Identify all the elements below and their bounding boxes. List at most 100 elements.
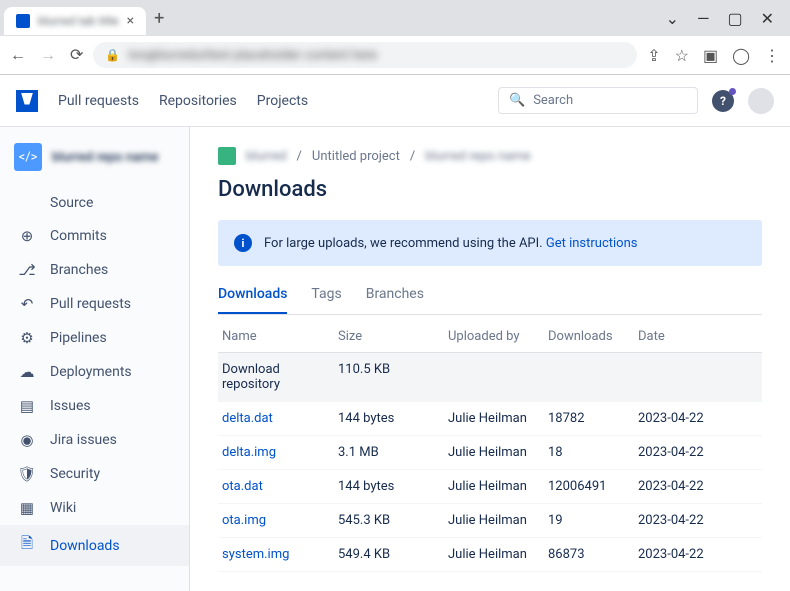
col-header-size: Size — [338, 329, 448, 344]
search-icon: 🔍 — [509, 93, 525, 108]
sidebar-item-label: Downloads — [50, 538, 120, 554]
info-banner: i For large uploads, we recommend using … — [218, 220, 762, 266]
search-placeholder: Search — [533, 93, 573, 108]
table-row: ota.img 545.3 KB Julie Heilman 19 2023-0… — [218, 504, 762, 538]
col-header-name: Name — [218, 329, 338, 344]
file-uploader: Julie Heilman — [448, 513, 548, 528]
file-link[interactable]: delta.img — [218, 445, 338, 460]
maximize-icon[interactable]: ▢ — [727, 9, 742, 28]
security-icon: 🛡 — [18, 465, 36, 483]
banner-text: For large uploads, we recommend using th… — [264, 236, 543, 251]
close-tab-icon[interactable]: × — [127, 13, 134, 29]
tab-favicon — [16, 14, 30, 28]
help-icon[interactable]: ? — [712, 90, 734, 112]
tab-branches[interactable]: Branches — [366, 286, 424, 314]
file-link[interactable]: delta.dat — [218, 411, 338, 426]
breadcrumb-item[interactable]: blurred — [246, 149, 287, 164]
table-row: ota.dat 144 bytes Julie Heilman 12006491… — [218, 470, 762, 504]
sidebar-item-label: Commits — [50, 228, 107, 244]
reload-icon[interactable]: ⟳ — [70, 45, 83, 65]
sidebar-item-deployments[interactable]: ☁ Deployments — [0, 355, 189, 389]
lock-icon: 🔒 — [105, 48, 120, 62]
table-row: delta.dat 144 bytes Julie Heilman 18782 … — [218, 402, 762, 436]
breadcrumb-project[interactable]: Untitled project — [312, 149, 400, 164]
profile-icon[interactable]: ◯ — [732, 46, 750, 65]
file-link[interactable]: ota.img — [218, 513, 338, 528]
file-size: 144 bytes — [338, 411, 448, 426]
sidebar-item-label: Pipelines — [50, 330, 107, 346]
breadcrumb-icon — [218, 147, 236, 165]
sidebar-item-branches[interactable]: ⎇Branches — [0, 253, 189, 287]
file-uploader: Julie Heilman — [448, 547, 548, 562]
sidebar-item-jira-issues[interactable]: ◉Jira issues — [0, 423, 189, 457]
sidebar-item-source[interactable]: Source — [0, 187, 189, 219]
main-content: blurred / Untitled project / blurred rep… — [190, 127, 790, 591]
file-downloads: 86873 — [548, 547, 638, 562]
browser-tab-bar: blurred tab title × + ⌄ — ▢ ✕ — [0, 0, 790, 36]
table-row: system.img 549.4 KB Julie Heilman 86873 … — [218, 538, 762, 572]
repo-icon: </> — [14, 143, 42, 171]
sidebar-item-issues[interactable]: ▤Issues — [0, 389, 189, 423]
share-icon[interactable]: ⇪ — [647, 46, 660, 65]
file-downloads: 18782 — [548, 411, 638, 426]
sidebar-item-label: Issues — [50, 398, 91, 414]
nav-projects[interactable]: Projects — [257, 93, 308, 109]
close-window-icon[interactable]: ✕ — [761, 9, 774, 28]
downloads-icon: 🗎 — [18, 533, 36, 558]
nav-pull-requests[interactable]: Pull requests — [58, 93, 139, 109]
deployments-icon: ☁ — [18, 363, 36, 381]
sidebar-item-pull-requests[interactable]: ↶ Pull requests — [0, 287, 189, 321]
address-bar[interactable]: 🔒 longblurredurltext placeholder content… — [93, 42, 637, 68]
sidebar-item-label: Branches — [50, 262, 108, 278]
pipelines-icon: ⚙ — [18, 329, 36, 347]
file-link[interactable]: system.img — [218, 547, 338, 562]
commits-icon: ⊕ — [18, 227, 36, 245]
file-uploader: Julie Heilman — [448, 479, 548, 494]
download-repo-link[interactable]: Download repository — [218, 362, 338, 392]
sidebar-item-wiki[interactable]: ▦Wiki — [0, 491, 189, 525]
back-icon[interactable]: ← — [10, 45, 26, 65]
col-header-downloads: Downloads — [548, 329, 638, 344]
nav-repositories[interactable]: Repositories — [159, 93, 237, 109]
content-tabs: Downloads Tags Branches — [218, 286, 762, 315]
breadcrumb: blurred / Untitled project / blurred rep… — [218, 147, 762, 165]
bitbucket-logo-icon[interactable] — [16, 90, 38, 112]
banner-link[interactable]: Get instructions — [546, 236, 638, 251]
tab-downloads[interactable]: Downloads — [218, 286, 287, 314]
sidebar-item-pipelines[interactable]: ⚙ Pipelines — [0, 321, 189, 355]
bookmark-icon[interactable]: ☆ — [675, 46, 689, 65]
new-tab-button[interactable]: + — [154, 8, 164, 29]
url-text: longblurredurltext placeholder content h… — [128, 48, 377, 63]
page-title: Downloads — [218, 177, 762, 202]
search-input[interactable]: 🔍 Search — [498, 87, 698, 114]
extension-icon[interactable]: ▣ — [703, 46, 718, 65]
file-downloads: 18 — [548, 445, 638, 460]
tab-tags[interactable]: Tags — [311, 286, 341, 314]
repo-header[interactable]: </> blurred repo name — [0, 143, 189, 187]
chevron-down-icon[interactable]: ⌄ — [666, 9, 679, 28]
file-size: 3.1 MB — [338, 445, 448, 460]
pull-requests-icon: ↶ — [18, 295, 36, 313]
menu-icon[interactable]: ⋮ — [764, 46, 780, 65]
sidebar-item-downloads[interactable]: 🗎 Downloads — [0, 525, 189, 566]
table-row-repo: Download repository 110.5 KB — [218, 353, 762, 402]
repo-name: blurred repo name — [52, 150, 158, 165]
file-date: 2023-04-22 — [638, 513, 738, 528]
sidebar-item-label: Deployments — [50, 364, 132, 380]
sidebar-item-label: Jira issues — [50, 432, 117, 448]
file-downloads: 19 — [548, 513, 638, 528]
table-header: Name Size Uploaded by Downloads Date — [218, 319, 762, 353]
forward-icon[interactable]: → — [40, 45, 56, 65]
sidebar-item-label: Wiki — [50, 500, 76, 516]
minimize-icon[interactable]: — — [697, 9, 710, 28]
sidebar-item-label: Pull requests — [50, 296, 131, 312]
breadcrumb-repo[interactable]: blurred repo name — [425, 149, 530, 164]
browser-tab[interactable]: blurred tab title × — [4, 7, 146, 35]
user-avatar[interactable] — [748, 88, 774, 114]
file-link[interactable]: ota.dat — [218, 479, 338, 494]
file-size: 144 bytes — [338, 479, 448, 494]
file-downloads: 12006491 — [548, 479, 638, 494]
sidebar-item-security[interactable]: 🛡Security — [0, 457, 189, 491]
sidebar-item-commits[interactable]: ⊕ Commits — [0, 219, 189, 253]
col-header-uploader: Uploaded by — [448, 329, 548, 344]
